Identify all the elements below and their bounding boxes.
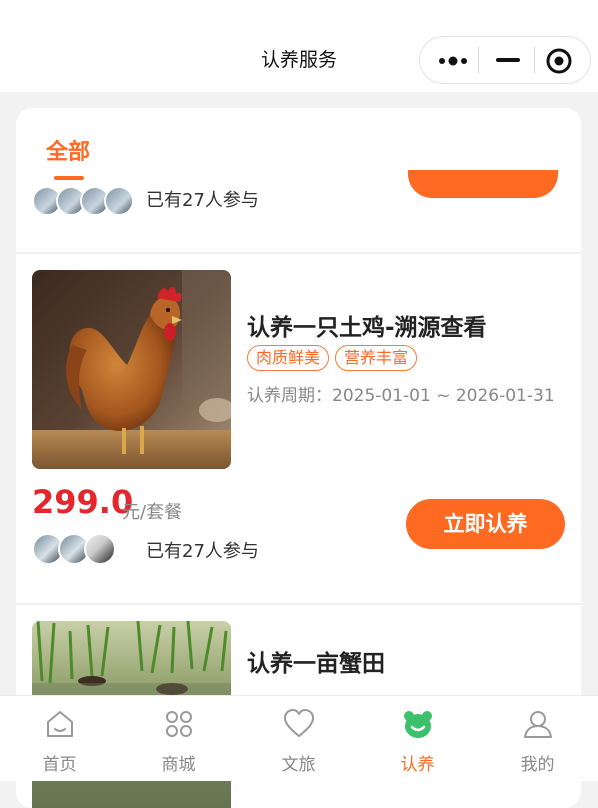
mini-program-capsule <box>419 36 591 84</box>
grid-icon <box>166 711 192 737</box>
price-value: 299.0 <box>32 483 134 521</box>
heart-icon <box>284 709 314 737</box>
participant-avatars <box>32 186 142 216</box>
rooster-image[interactable] <box>32 270 231 469</box>
product-title[interactable]: 认养一亩蟹田 <box>247 644 385 678</box>
tab-active-indicator <box>54 176 84 180</box>
adoption-period: 认养周期：2025-01-01 ~ 2026-01-31 <box>247 386 555 406</box>
divider <box>16 603 581 605</box>
user-icon <box>524 711 552 738</box>
adopt-button[interactable] <box>408 170 558 198</box>
tab-mall[interactable]: 商城 <box>119 696 238 781</box>
capsule-divider <box>534 47 535 73</box>
tab-all[interactable]: 全部 <box>46 134 90 166</box>
tab-label: 商城 <box>161 755 196 775</box>
bottom-tab-bar: 首页 商城 文旅 认养 我的 <box>0 695 598 781</box>
bear-icon <box>404 711 432 738</box>
minimize-icon[interactable] <box>486 45 530 75</box>
tab-label: 首页 <box>42 755 77 775</box>
participant-avatars <box>32 533 122 565</box>
tab-mine[interactable]: 我的 <box>478 696 597 781</box>
tab-label: 文旅 <box>281 755 316 775</box>
price-unit: 元/套餐 <box>122 502 183 523</box>
tab-label: 我的 <box>520 755 555 775</box>
tab-label: 认养 <box>400 755 435 775</box>
joined-count: 已有27人参与 <box>146 541 259 562</box>
home-icon <box>47 711 73 737</box>
tag: 营养丰富 <box>335 345 418 371</box>
joined-count: 已有27人参与 <box>146 190 259 211</box>
target-close-icon[interactable] <box>544 47 574 75</box>
tab-adopt[interactable]: 认养 <box>358 696 477 781</box>
tab-culture-travel[interactable]: 文旅 <box>239 696 358 781</box>
product-tags: 肉质鲜美 营养丰富 <box>247 345 423 371</box>
avatar <box>104 186 134 216</box>
product-title[interactable]: 认养一只土鸡-溯源查看 <box>247 308 487 342</box>
capsule-divider <box>478 47 479 73</box>
adopt-button[interactable]: 立即认养 <box>406 499 565 549</box>
nav-bar: 认养服务 <box>0 0 598 92</box>
divider <box>16 252 581 254</box>
tab-home[interactable]: 首页 <box>0 696 119 781</box>
tag: 肉质鲜美 <box>247 345 330 371</box>
more-dots-icon[interactable] <box>438 55 472 67</box>
avatar <box>84 533 116 565</box>
